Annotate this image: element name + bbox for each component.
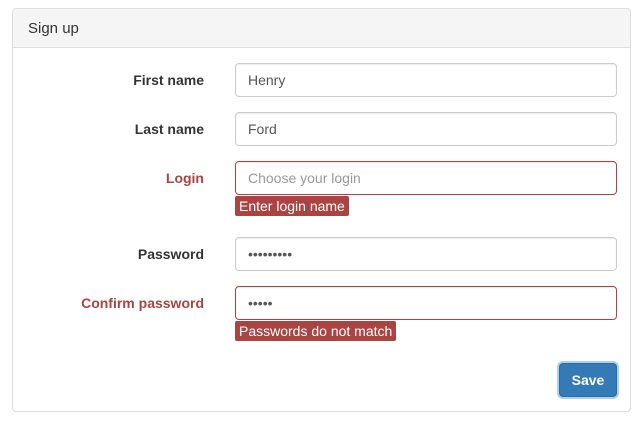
signup-panel: Sign up First name Last name Login Enter… [12,8,631,412]
panel-title: Sign up [13,9,630,48]
login-input[interactable] [235,161,617,195]
first-name-input[interactable] [235,63,617,97]
save-button[interactable]: Save [559,363,617,397]
confirm-password-input[interactable] [235,286,617,320]
first-name-label: First name [133,72,204,88]
login-label: Login [165,170,204,186]
last-name-label: Last name [134,121,204,137]
confirm-password-error-message: Passwords do not match [235,321,397,341]
last-name-input[interactable] [235,112,617,146]
password-input[interactable] [235,237,617,271]
confirm-password-label: Confirm password [81,295,204,311]
password-label: Password [137,246,204,262]
login-error-message: Enter login name [235,196,349,216]
